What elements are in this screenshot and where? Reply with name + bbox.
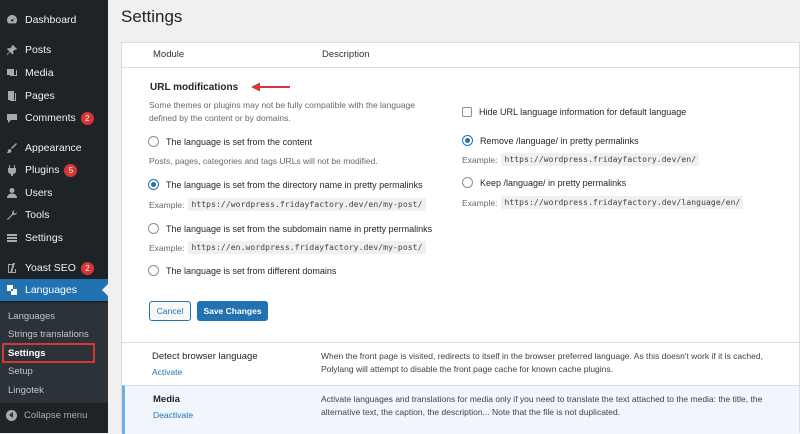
option-language-from-domains[interactable]: The language is set from different domai…: [148, 265, 336, 276]
menu-label: Posts: [25, 44, 52, 56]
yoast-count-badge: 2: [80, 261, 94, 275]
menu-item-dashboard[interactable]: Dashboard: [0, 9, 108, 31]
menu-item-settings[interactable]: Settings: [0, 227, 108, 249]
menu-label: Plugins: [25, 164, 60, 176]
module-row-media: Media Deactivate Activate languages and …: [122, 385, 799, 434]
menu-label: Comments: [25, 112, 76, 124]
menu-item-comments[interactable]: Comments 2: [0, 107, 108, 129]
option-keep-language-slug[interactable]: Keep /language/ in pretty permalinks: [462, 177, 626, 188]
collapse-label: Collapse menu: [24, 409, 88, 421]
table-header: Module Description: [122, 43, 799, 68]
menu-label: Tools: [25, 209, 50, 221]
settings-panel: Module Description URL modifications Som…: [121, 42, 800, 434]
option-hide-default-language[interactable]: Hide URL language information for defaul…: [462, 107, 686, 117]
comments-count-badge: 2: [80, 111, 94, 125]
menu-label: Settings: [25, 232, 63, 244]
radio-domains[interactable]: [148, 265, 159, 276]
wrench-icon: [6, 209, 18, 221]
checkbox-hide-default[interactable]: [462, 107, 472, 117]
example-keep: Example: https://wordpress.fridayfactory…: [462, 196, 744, 209]
example-url: https://wordpress.fridayfactory.dev/lang…: [501, 196, 744, 209]
compatibility-warning: Some themes or plugins may not be fully …: [149, 100, 416, 123]
translation-icon: [6, 284, 18, 296]
menu-item-pages[interactable]: Pages: [0, 85, 108, 107]
menu-label: Media: [25, 67, 54, 79]
submenu-item-languages[interactable]: Languages: [0, 307, 108, 325]
example-subdomain: Example: https://en.wordpress.fridayfact…: [149, 241, 426, 254]
admin-sidebar: Dashboard Posts Media Pages Comments 2 A…: [0, 0, 108, 433]
user-icon: [6, 187, 18, 199]
example-url: https://wordpress.fridayfactory.dev/en/: [501, 153, 700, 166]
menu-item-yoast-seo[interactable]: Yoast SEO 2: [0, 257, 108, 279]
settings-icon: [6, 232, 18, 244]
collapse-menu-button[interactable]: Collapse menu: [0, 405, 108, 425]
submenu-item-setup[interactable]: Setup: [0, 362, 108, 380]
dashboard-icon: [6, 14, 18, 26]
menu-item-tools[interactable]: Tools: [0, 204, 108, 226]
media-icon: [6, 67, 18, 79]
comment-icon: [6, 112, 18, 124]
save-changes-button[interactable]: Save Changes: [197, 301, 268, 321]
page-icon: [6, 90, 18, 102]
cancel-button[interactable]: Cancel: [149, 301, 191, 321]
deactivate-link[interactable]: Deactivate: [153, 410, 193, 420]
menu-item-appearance[interactable]: Appearance: [0, 137, 108, 159]
pin-icon: [6, 44, 18, 56]
submenu-item-strings-translations[interactable]: Strings translations: [0, 325, 108, 343]
menu-item-media[interactable]: Media: [0, 62, 108, 84]
menu-label: Languages: [25, 284, 77, 296]
menu-item-languages[interactable]: Languages: [0, 279, 108, 301]
option-language-from-content[interactable]: The language is set from the content: [148, 136, 312, 147]
example-url: https://wordpress.fridayfactory.dev/en/m…: [188, 198, 426, 211]
example-url: https://en.wordpress.fridayfactory.dev/m…: [188, 241, 426, 254]
example-remove: Example: https://wordpress.fridayfactory…: [462, 153, 700, 166]
collapse-icon: [6, 409, 17, 421]
option-language-from-subdomain[interactable]: The language is set from the subdomain n…: [148, 223, 432, 234]
menu-item-plugins[interactable]: Plugins 5: [0, 159, 108, 181]
radio-keep-language[interactable]: [462, 177, 473, 188]
current-menu-pointer: [102, 284, 108, 296]
column-module: Module: [153, 49, 185, 60]
option-language-from-directory[interactable]: The language is set from the directory n…: [148, 179, 423, 190]
module-description: When the front page is visited, redirect…: [321, 351, 763, 374]
radio-subdomain[interactable]: [148, 223, 159, 234]
radio-remove-language[interactable]: [462, 135, 473, 146]
menu-label: Yoast SEO: [25, 262, 76, 274]
yoast-icon: [6, 262, 18, 274]
radio-content[interactable]: [148, 136, 159, 147]
module-description: Activate languages and translations for …: [321, 394, 763, 417]
menu-label: Users: [25, 187, 53, 199]
module-name: Detect browser language: [152, 351, 258, 362]
annotation-highlight-box: [2, 343, 95, 363]
annotation-arrow-icon: [251, 82, 290, 92]
menu-label: Dashboard: [25, 14, 77, 26]
activate-link[interactable]: Activate: [152, 367, 182, 377]
content-note: Posts, pages, categories and tags URLs w…: [149, 156, 378, 166]
menu-item-posts[interactable]: Posts: [0, 39, 108, 61]
radio-directory[interactable]: [148, 179, 159, 190]
brush-icon: [6, 142, 18, 154]
menu-label: Pages: [25, 90, 55, 102]
plugins-count-badge: 5: [64, 163, 78, 177]
url-modifications-title: URL modifications: [150, 82, 239, 93]
menu-label: Appearance: [25, 142, 82, 154]
example-directory: Example: https://wordpress.fridayfactory…: [149, 198, 426, 211]
page-title: Settings: [121, 7, 183, 26]
submenu-item-lingotek[interactable]: Lingotek: [0, 381, 108, 399]
option-remove-language-slug[interactable]: Remove /language/ in pretty permalinks: [462, 135, 639, 146]
column-description: Description: [322, 49, 370, 60]
module-row-detect-browser-language: Detect browser language Activate When th…: [122, 342, 799, 385]
plugin-icon: [6, 164, 18, 176]
module-name: Media: [153, 394, 180, 405]
menu-item-users[interactable]: Users: [0, 182, 108, 204]
